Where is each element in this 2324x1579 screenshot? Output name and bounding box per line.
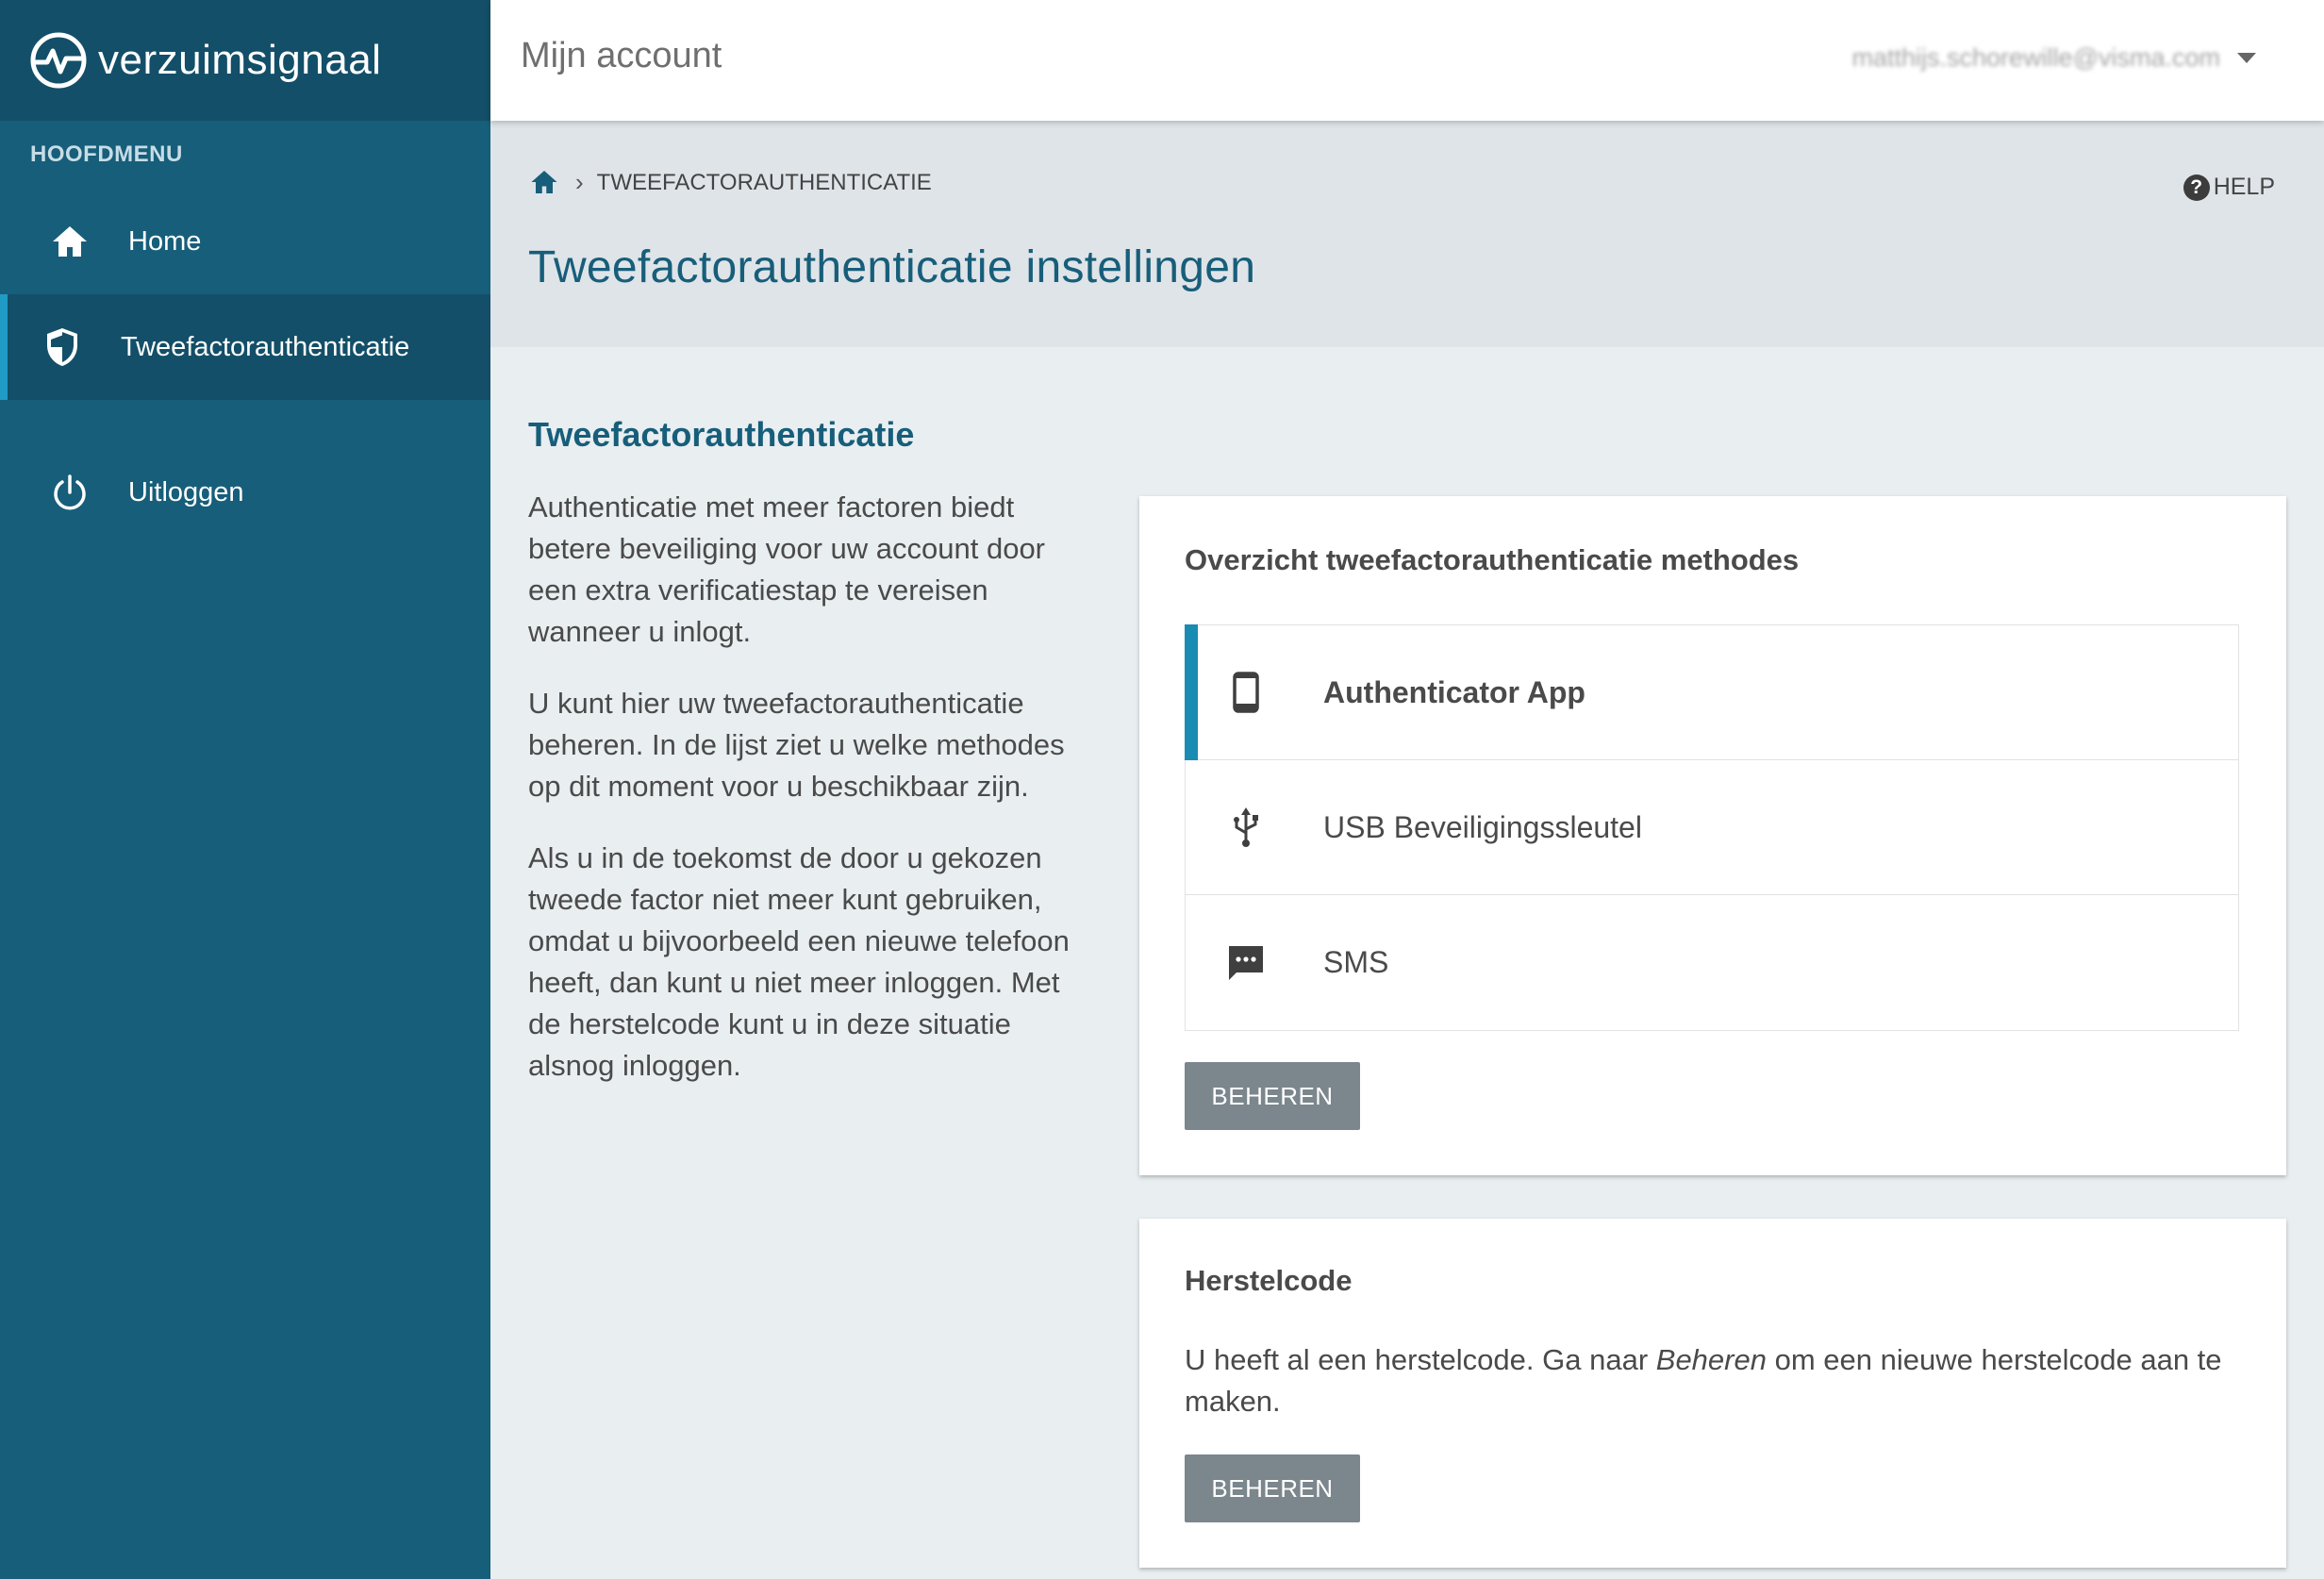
sidebar-item-home[interactable]: Home: [0, 189, 490, 294]
menu-heading: HOOFDMENU: [30, 141, 183, 167]
sidebar: verzuimsignaal HOOFDMENU Home Tweefactor…: [0, 0, 490, 1579]
help-label: HELP: [2213, 174, 2275, 200]
method-usb-key[interactable]: USB Beveiligingssleutel: [1186, 760, 2238, 895]
recovery-text-emphasis: Beheren: [1655, 1343, 1767, 1376]
help-circle-icon: ?: [2183, 174, 2210, 201]
breadcrumb-home-icon[interactable]: [530, 169, 558, 197]
brand-name: verzuimsignaal: [98, 37, 382, 83]
recovery-card: Herstelcode U heeft al een herstelcode. …: [1139, 1219, 2286, 1568]
method-sms[interactable]: SMS: [1186, 895, 2238, 1030]
method-authenticator-app[interactable]: Authenticator App: [1185, 624, 2238, 760]
breadcrumb-current: TWEEFACTORAUTHENTICATIE: [596, 169, 932, 195]
pulse-circle-icon: [28, 30, 89, 91]
sidebar-item-tweefactorauthenticatie[interactable]: Tweefactorauthenticatie: [0, 294, 490, 400]
sms-icon: [1225, 942, 1267, 984]
methods-card-title: Overzicht tweefactorauthenticatie method…: [1185, 543, 1800, 576]
sidebar-item-uitloggen[interactable]: Uitloggen: [0, 440, 490, 545]
user-menu[interactable]: matthijs.schorewille@visma.com: [1851, 43, 2256, 73]
user-email: matthijs.schorewille@visma.com: [1851, 43, 2221, 72]
method-label: SMS: [1323, 945, 1389, 979]
help-link[interactable]: ? HELP: [2183, 174, 2275, 201]
caret-down-icon: [2237, 53, 2256, 63]
method-list: Authenticator App USB Beveiligingssleute…: [1185, 624, 2239, 1031]
brand[interactable]: verzuimsignaal: [0, 0, 490, 121]
manage-methods-button[interactable]: BEHEREN: [1185, 1062, 1360, 1130]
top-bar: Mijn account matthijs.schorewille@visma.…: [490, 0, 2324, 121]
sidebar-item-label: Home: [128, 225, 202, 257]
manage-recovery-button[interactable]: BEHEREN: [1185, 1454, 1360, 1522]
info-paragraph: Als u in de toekomst de door u gekozen t…: [528, 841, 1070, 1082]
power-icon: [49, 472, 91, 513]
info-paragraph: Authenticatie met meer factoren biedt be…: [528, 490, 1046, 648]
topbar-title: Mijn account: [521, 36, 722, 75]
methods-card: Overzicht tweefactorauthenticatie method…: [1139, 496, 2286, 1175]
method-label: USB Beveiligingssleutel: [1323, 809, 1642, 844]
page-title: Tweefactorauthenticatie instellingen: [528, 242, 1256, 292]
info-section: Tweefactorauthenticatie Authenticatie me…: [528, 415, 1075, 1117]
recovery-card-title: Herstelcode: [1185, 1264, 1353, 1297]
sidebar-item-label: Tweefactorauthenticatie: [121, 331, 410, 362]
smartphone-icon: [1225, 672, 1267, 713]
recovery-text-start: U heeft al een herstelcode. Ga naar: [1185, 1343, 1656, 1376]
info-heading: Tweefactorauthenticatie: [528, 415, 915, 454]
shield-icon: [42, 326, 83, 368]
sidebar-item-label: Uitloggen: [128, 476, 244, 507]
method-label: Authenticator App: [1323, 674, 1585, 709]
recovery-text: U heeft al een herstelcode. Ga naar Behe…: [1185, 1339, 2250, 1422]
home-icon: [49, 221, 91, 262]
info-paragraph: U kunt hier uw tweefactorauthenticatie b…: [528, 687, 1065, 803]
usb-icon: [1225, 806, 1267, 848]
breadcrumb-separator: ›: [575, 168, 584, 196]
nav-divider: [0, 400, 490, 440]
page-header: › TWEEFACTORAUTHENTICATIE ? HELP Tweefac…: [490, 121, 2324, 347]
breadcrumb: › TWEEFACTORAUTHENTICATIE: [530, 168, 932, 197]
